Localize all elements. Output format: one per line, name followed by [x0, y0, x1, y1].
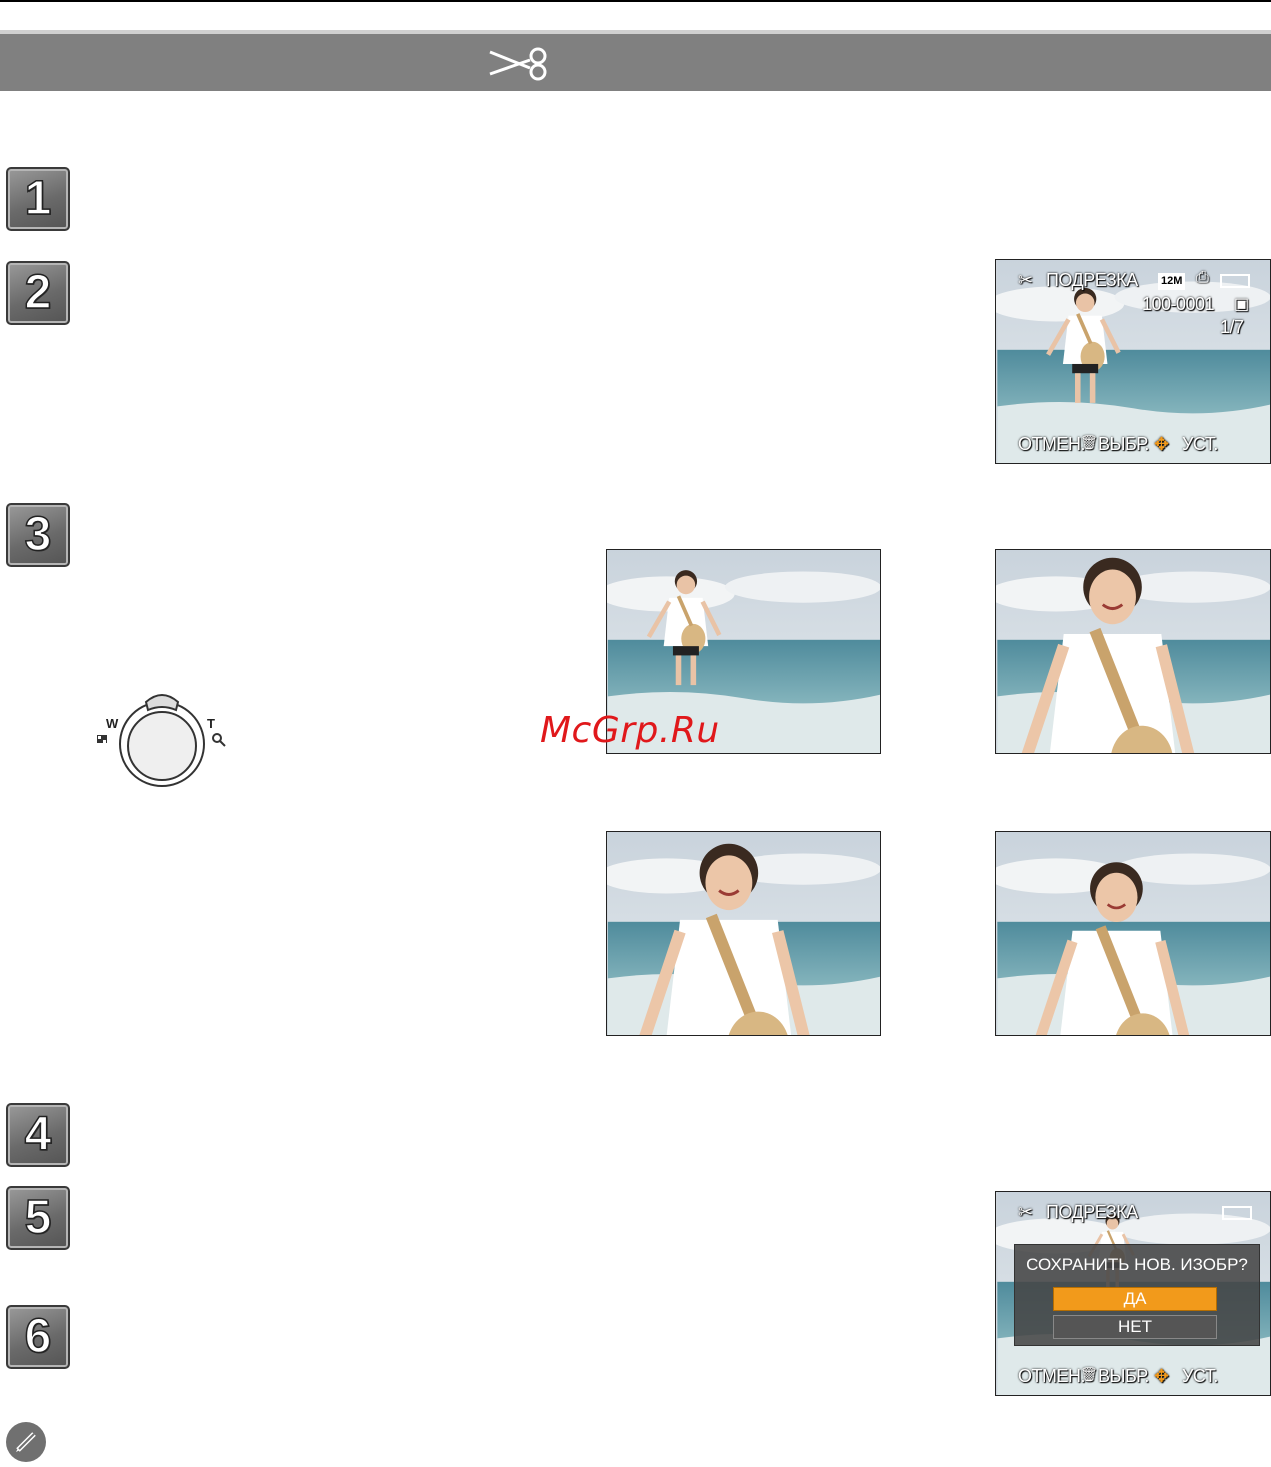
step-badge-4: 4	[6, 1103, 70, 1167]
file-number: 100-0001	[1142, 294, 1215, 314]
example-photo-moved	[606, 831, 881, 1036]
trash-icon: 🗑	[1080, 1366, 1098, 1382]
set-label: УСТ.	[1182, 1366, 1218, 1386]
section-header	[0, 30, 1271, 91]
tele-label: T	[207, 716, 215, 731]
cancel-label: ОТМЕН.	[1018, 1366, 1086, 1386]
cross-key-icon: ✥	[1154, 434, 1169, 454]
step-badge-5: 5	[6, 1186, 70, 1250]
select-label: ВЫБР.	[1098, 434, 1149, 454]
step-badge-1: 1	[6, 167, 70, 231]
cross-key-icon: ✥	[1154, 1366, 1169, 1386]
scissors-small-icon: ✂	[1018, 270, 1033, 290]
step-badge-3: 3	[6, 503, 70, 567]
top-rule	[0, 0, 1271, 2]
battery-icon	[1220, 274, 1250, 288]
wide-label: W	[106, 716, 119, 731]
save-dialog: СОХРАНИТЬ НОВ. ИЗОБР? ДА НЕТ	[1014, 1244, 1260, 1346]
camera-screen-trim-select: ✂ ПОДРЕЗКА 12M ⎙ 100-0001 ▣ 1/7 ОТМЕН. 🗑…	[995, 259, 1271, 464]
cancel-label: ОТМЕН.	[1018, 434, 1086, 454]
scissors-icon	[488, 46, 552, 82]
camera-screen-save-confirm: ✂ ПОДРЕЗКА СОХРАНИТЬ НОВ. ИЗОБР? ДА НЕТ …	[995, 1191, 1271, 1396]
mode-label: ПОДРЕЗКА	[1046, 1202, 1138, 1222]
battery-icon	[1222, 1206, 1252, 1220]
trash-icon: 🗑	[1080, 434, 1098, 450]
example-photo-trimmed	[995, 831, 1271, 1036]
note-pencil-icon	[6, 1422, 46, 1462]
step-badge-6: 6	[6, 1305, 70, 1369]
image-counter: 1/7	[1220, 317, 1244, 337]
zoom-lever: W T	[92, 688, 232, 788]
print-icon: ⎙	[1196, 269, 1209, 286]
save-question: СОХРАНИТЬ НОВ. ИЗОБР?	[1026, 1255, 1248, 1274]
watermark: McGrp.Ru	[540, 710, 720, 751]
mode-label: ПОДРЕЗКА	[1046, 270, 1138, 290]
set-label: УСТ.	[1182, 434, 1218, 454]
yes-button[interactable]: ДА	[1053, 1287, 1217, 1311]
picture-size-badge: 12M	[1158, 273, 1186, 290]
no-button[interactable]: НЕТ	[1053, 1315, 1217, 1339]
select-label: ВЫБР.	[1098, 1366, 1149, 1386]
protect-icon: ▣	[1234, 296, 1249, 313]
scissors-small-icon: ✂	[1018, 1202, 1033, 1222]
step-badge-2: 2	[6, 261, 70, 325]
example-photo-zoomed	[995, 549, 1271, 754]
